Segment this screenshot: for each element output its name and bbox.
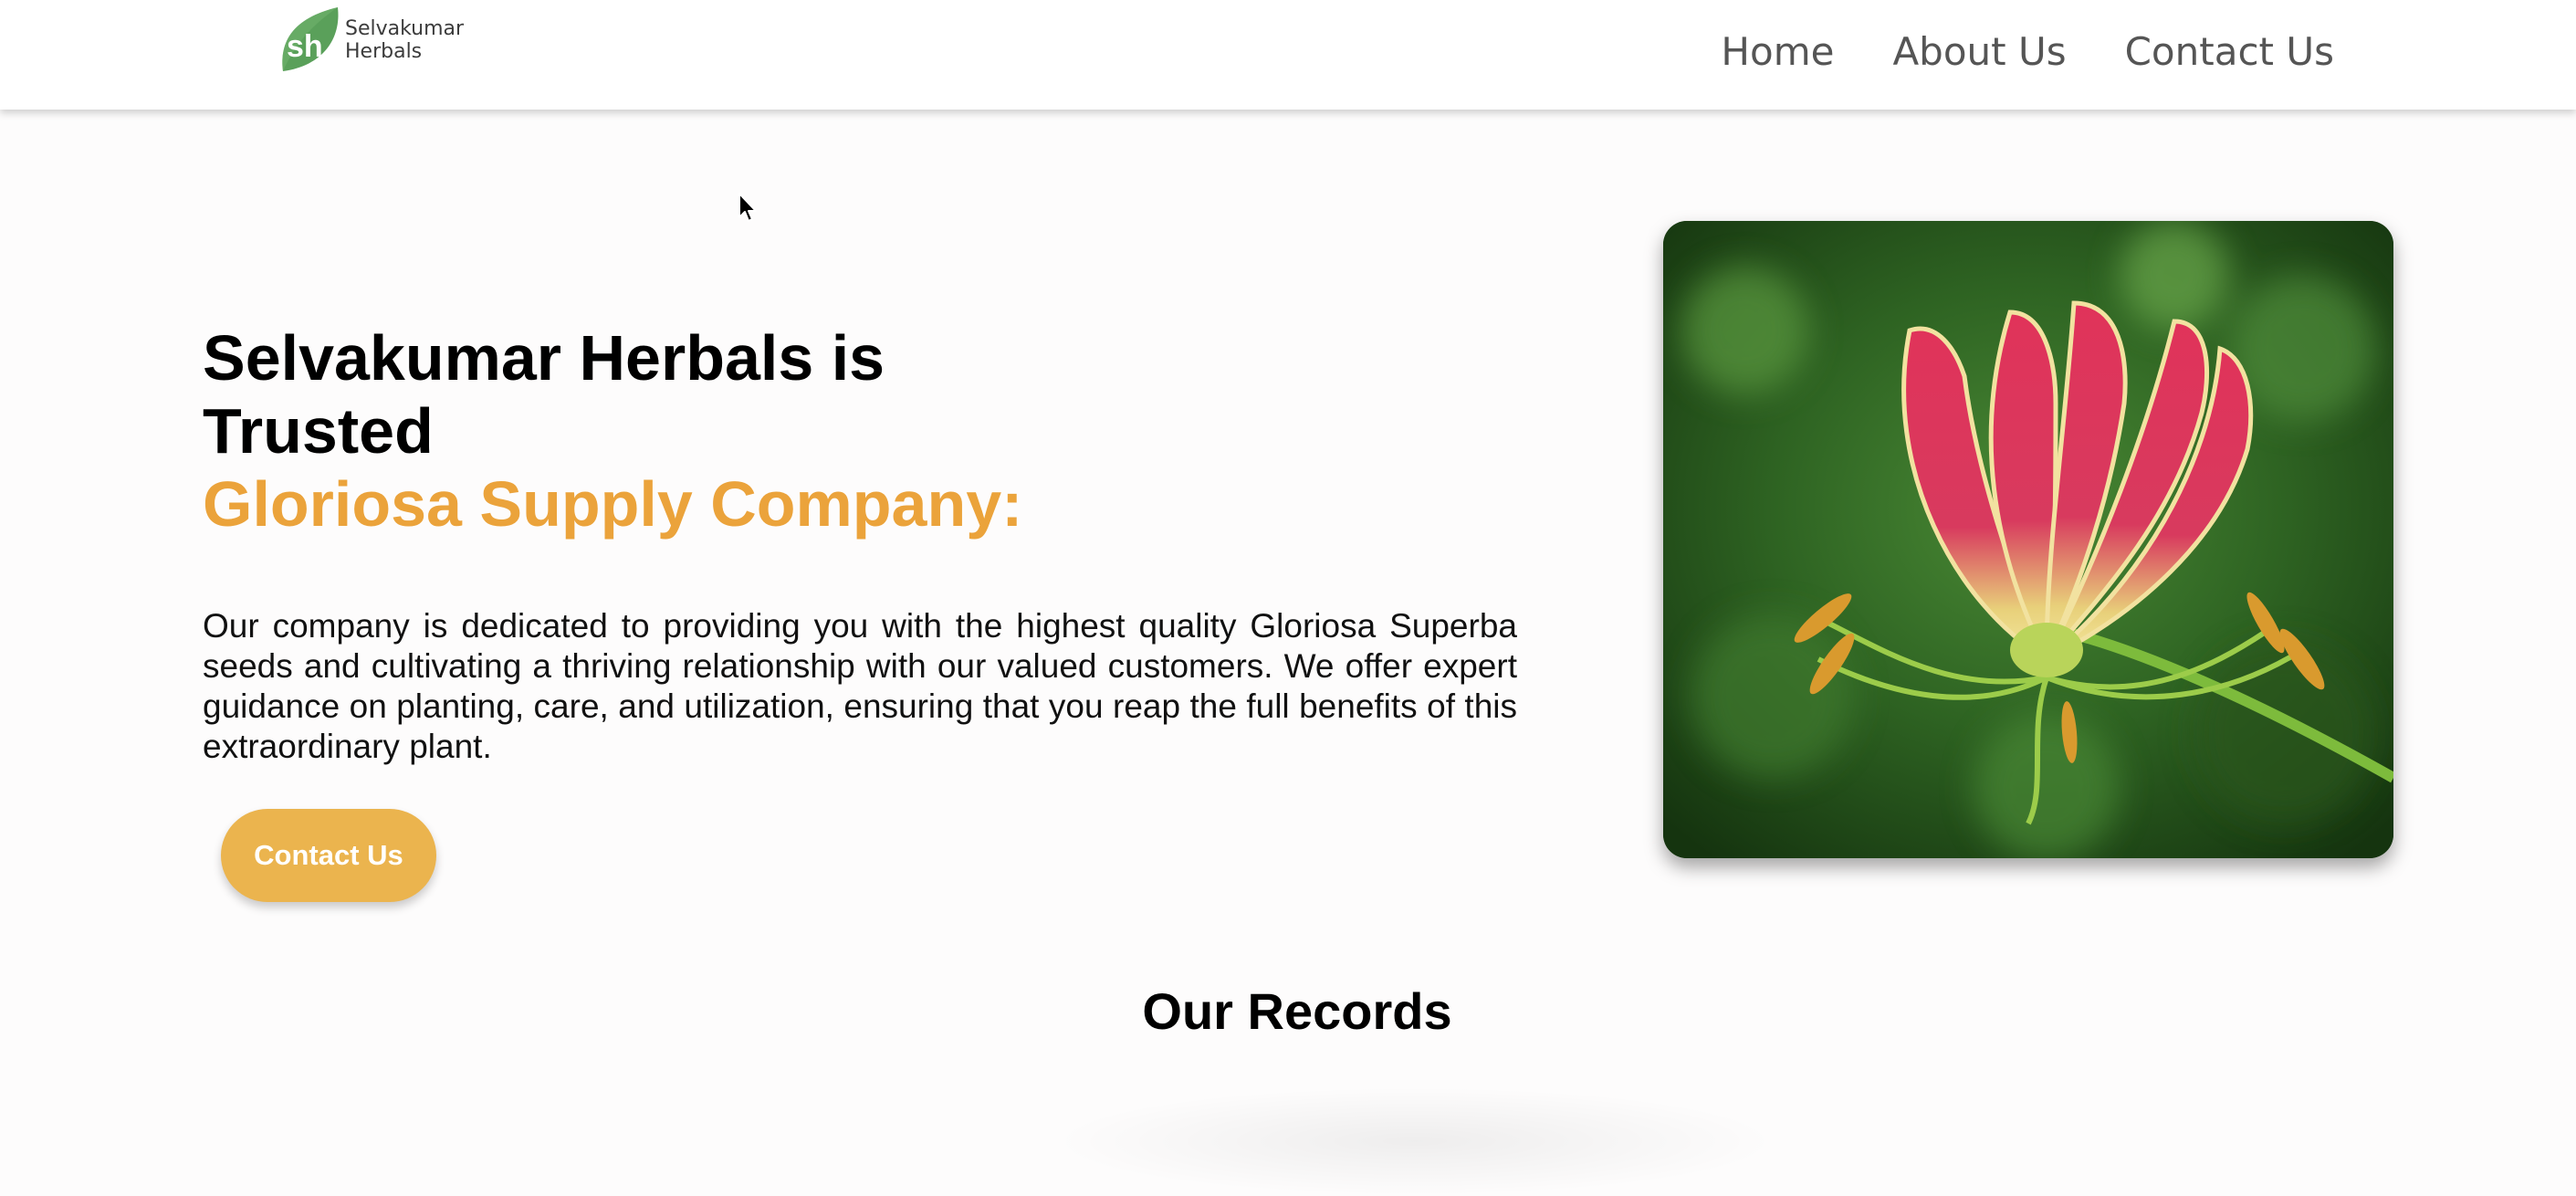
hero-title: Selvakumar Herbals is Trusted Gloriosa S… (203, 321, 1115, 540)
hero-flower-image (1663, 221, 2393, 858)
brand-logo[interactable]: sh Selvakumar Herbals (277, 5, 464, 75)
nav-contact-link[interactable]: Contact Us (2125, 27, 2334, 77)
main-nav: Home About Us Contact Us (1721, 27, 2334, 77)
hero-title-line2: Trusted (203, 395, 434, 467)
brand-name-line1: Selvakumar (345, 17, 465, 40)
leaf-logo-icon: sh (282, 7, 339, 71)
records-card-shadow (1050, 1086, 1780, 1196)
site-header: sh Selvakumar Herbals Home About Us Cont… (0, 0, 2576, 110)
logo-initials: sh (287, 29, 323, 64)
contact-us-button[interactable]: Contact Us (221, 809, 436, 902)
records-heading: Our Records (0, 975, 2576, 1048)
gloriosa-flower-illustration (1663, 221, 2393, 858)
mouse-cursor-icon (738, 193, 757, 222)
brand-name-line2: Herbals (345, 40, 423, 63)
hero-title-highlight: Gloriosa Supply Company: (203, 468, 1023, 540)
hero-description: Our company is dedicated to providing yo… (203, 607, 1517, 765)
nav-about-link[interactable]: About Us (1892, 27, 2066, 77)
brand-name: Selvakumar Herbals (345, 17, 464, 63)
nav-home-link[interactable]: Home (1721, 27, 1834, 77)
hero-title-line1: Selvakumar Herbals is (203, 322, 885, 393)
records-heading-text: Our Records (1142, 982, 1452, 1040)
